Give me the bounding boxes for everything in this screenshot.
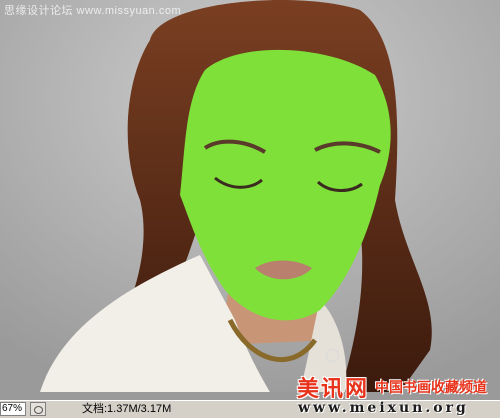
top-watermark: 思缘设计论坛 www.missyuan.com bbox=[4, 5, 182, 17]
portrait-photo bbox=[0, 0, 500, 392]
document-workspace: 思缘设计论坛 www.missyuan.com bbox=[0, 0, 500, 400]
image-canvas[interactable]: 思缘设计论坛 www.missyuan.com bbox=[0, 0, 500, 392]
watermark-url: www.meixun.org bbox=[298, 400, 469, 416]
watermark-logo: 美讯网 bbox=[297, 376, 370, 402]
watermark-slogan: 中国书画收藏频道 bbox=[375, 380, 487, 396]
brush-cursor-icon bbox=[326, 349, 339, 362]
zoom-input[interactable]: 67% bbox=[0, 402, 26, 416]
status-arrow-icon[interactable] bbox=[30, 402, 46, 416]
document-size-info: 文档:1.37M/3.17M bbox=[82, 403, 172, 415]
